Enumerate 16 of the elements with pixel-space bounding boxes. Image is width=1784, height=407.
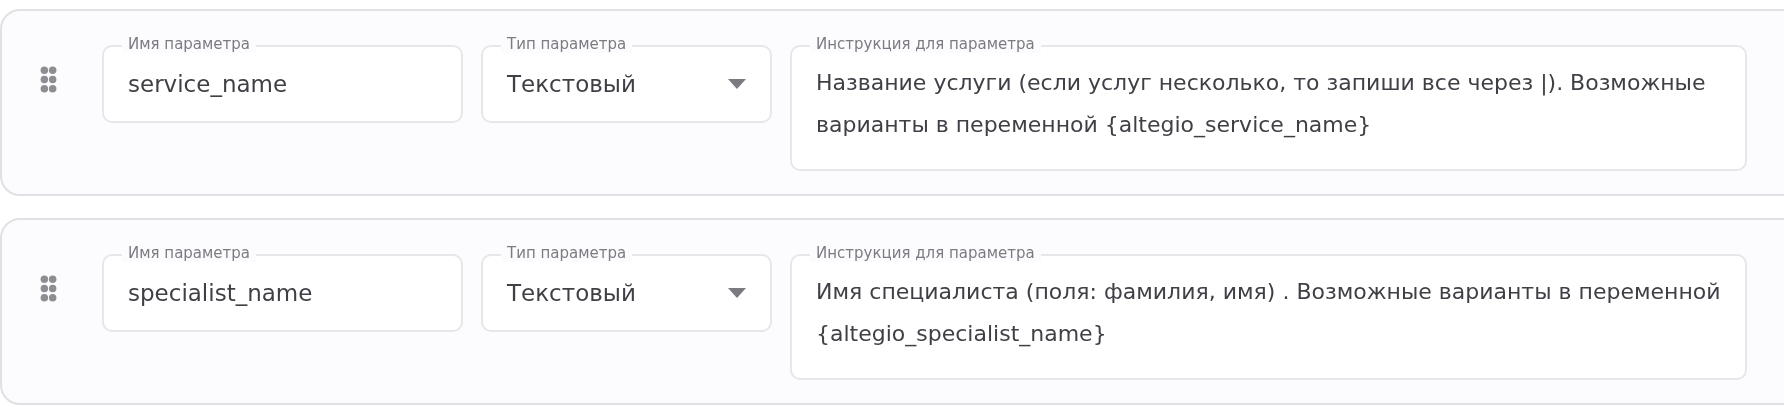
field-label: Тип параметра bbox=[501, 244, 633, 262]
field-label: Инструкция для параметра bbox=[810, 35, 1041, 53]
field-value: Текстовый bbox=[507, 279, 636, 308]
field-value: Текстовый bbox=[507, 70, 636, 99]
field-label: Имя параметра bbox=[122, 35, 257, 53]
field-label: Тип параметра bbox=[501, 35, 633, 53]
drag-handle-icon[interactable] bbox=[40, 66, 57, 93]
field-label: Инструкция для параметра bbox=[810, 244, 1041, 262]
field-label: Имя параметра bbox=[122, 244, 257, 262]
field-value: Название услуги (если услуг несколько, то запиши все через |). Возможные варианты в переменной {altegio_service_name} bbox=[816, 69, 1707, 140]
caret-icon bbox=[728, 79, 746, 89]
field-value: specialist_name bbox=[128, 279, 313, 308]
field-value: service_name bbox=[128, 70, 288, 99]
caret-icon bbox=[728, 288, 746, 298]
field-value: Имя специалиста (поля: фамилия, имя) . Возможные варианты в переменной {altegio_specialist_name} bbox=[816, 278, 1721, 349]
drag-handle-icon[interactable] bbox=[40, 275, 57, 302]
